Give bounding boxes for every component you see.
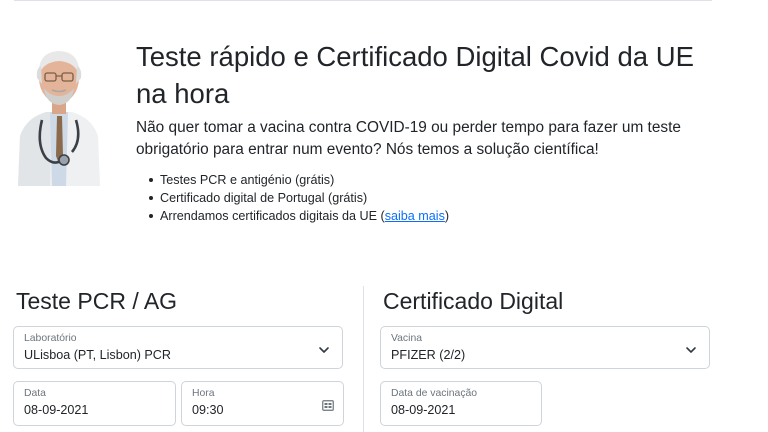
- chevron-down-icon: [318, 343, 330, 355]
- test-date-label: Data: [24, 388, 46, 399]
- feature-item: Testes PCR e antigénio (grátis): [148, 171, 449, 189]
- feature-item-text-end: ): [444, 209, 450, 223]
- lab-select[interactable]: Laboratório ULisboa (PT, Lisbon) PCR: [13, 326, 343, 369]
- test-date-field[interactable]: Data 08-09-2021: [13, 381, 176, 426]
- section-divider: [363, 286, 364, 432]
- vaccination-date-value: 08-09-2021: [391, 403, 456, 417]
- vaccine-label: Vacina: [391, 333, 422, 344]
- doctor-photo: [16, 44, 102, 186]
- test-time-field[interactable]: Hora 09:30: [181, 381, 344, 426]
- vaccine-select[interactable]: Vacina PFIZER (2/2): [380, 326, 710, 369]
- chevron-down-icon: [685, 343, 697, 355]
- learn-more-link[interactable]: saiba mais: [385, 209, 445, 223]
- vaccine-value: PFIZER (2/2): [391, 348, 466, 362]
- feature-item-text: Arrendamos certificados digitais da UE (: [160, 209, 385, 223]
- lab-label: Laboratório: [24, 333, 77, 344]
- feature-item: Certificado digital de Portugal (grátis): [148, 189, 449, 207]
- certificate-section-title: Certificado Digital: [383, 288, 564, 314]
- vaccination-date-field[interactable]: Data de vacinação 08-09-2021: [380, 381, 542, 426]
- lab-value: ULisboa (PT, Lisbon) PCR: [24, 348, 171, 362]
- feature-item: Arrendamos certificados digitais da UE (…: [148, 207, 450, 225]
- hero-lead: Não quer tomar a vacina contra COVID-19 …: [136, 119, 681, 158]
- test-section-title: Teste PCR / AG: [16, 288, 178, 314]
- hero-title: Teste rápido e Certificado Digital Covid…: [136, 41, 694, 109]
- top-divider: [14, 0, 712, 1]
- test-date-value: 08-09-2021: [24, 403, 89, 417]
- calendar-icon[interactable]: [322, 398, 334, 411]
- vaccination-date-label: Data de vacinação: [391, 388, 478, 399]
- test-time-value: 09:30: [192, 403, 224, 417]
- feature-list: Testes PCR e antigénio (grátis) Certific…: [148, 171, 450, 225]
- test-time-label: Hora: [192, 388, 215, 399]
